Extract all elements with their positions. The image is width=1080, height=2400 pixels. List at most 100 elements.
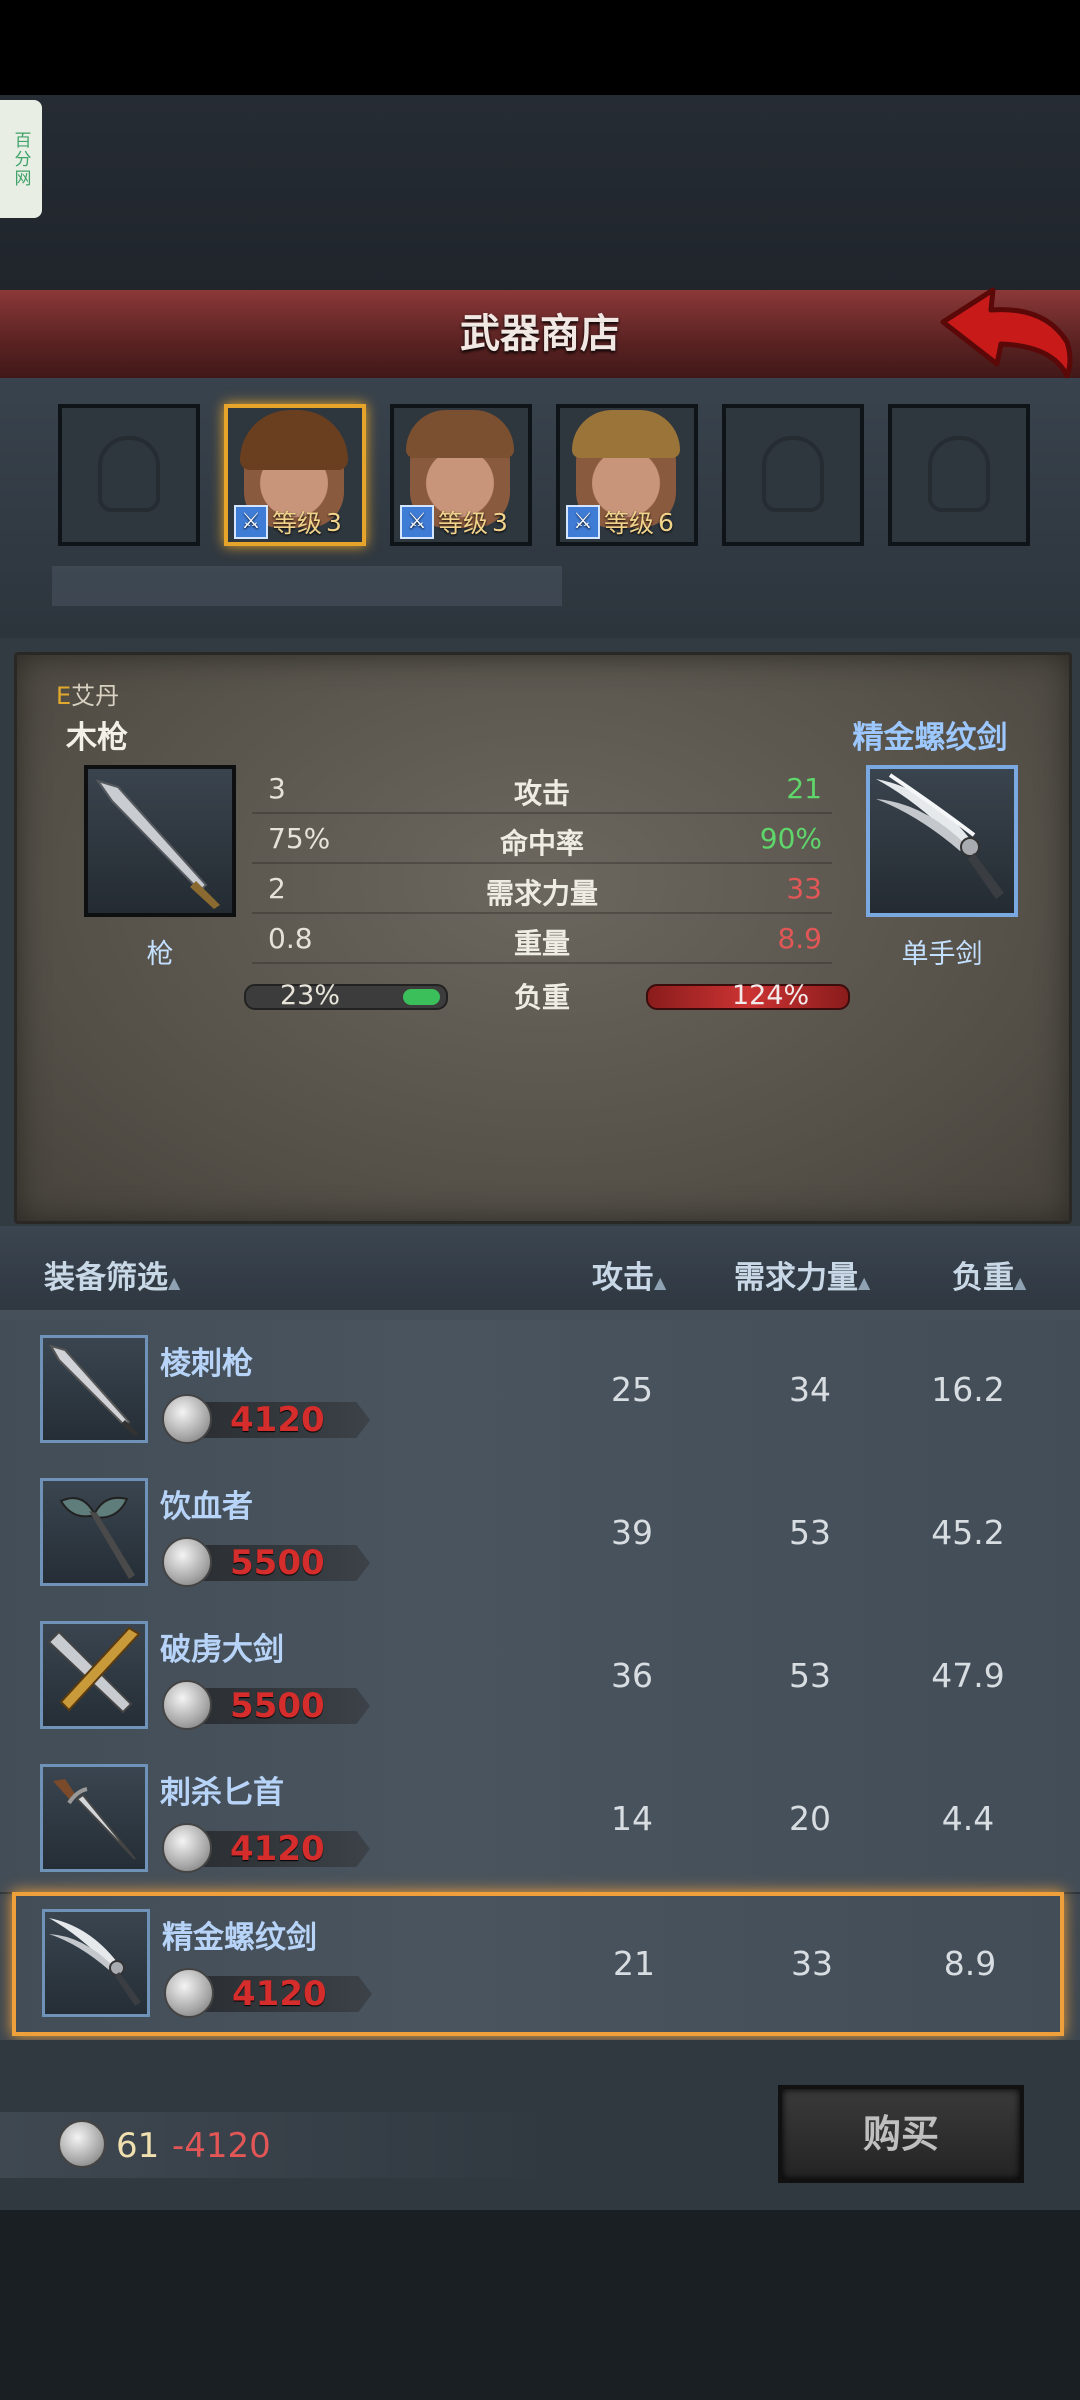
filter-label: 装备筛选 xyxy=(44,1260,168,1296)
stat-new: 21 xyxy=(786,772,822,805)
level-badge: ⚔ 等级 3 xyxy=(400,504,508,540)
item-weight: 4.4 xyxy=(941,1799,995,1838)
level-label: 等级 xyxy=(272,509,323,538)
party-slot-empty[interactable] xyxy=(722,404,864,546)
back-button[interactable] xyxy=(935,282,1075,382)
current-load-fill xyxy=(403,989,440,1005)
attack-header: 攻击 xyxy=(592,1260,654,1296)
level-badge: ⚔ 等级 3 xyxy=(234,504,342,540)
watermark-badge: 百分网 xyxy=(0,100,42,218)
stat-label: 重量 xyxy=(513,927,570,960)
portrait-hair xyxy=(240,410,348,470)
stat-label: 命中率 xyxy=(499,827,584,860)
item-weight: 8.9 xyxy=(943,1944,997,1983)
sort-attack-button[interactable]: 攻击▲ xyxy=(592,1252,666,1297)
stat-label: 需求力量 xyxy=(485,877,598,910)
list-item[interactable]: 刺杀匕首 4120 14 20 4.4 xyxy=(0,1749,1080,1894)
stat-row: 3 攻击 21 xyxy=(252,764,832,814)
party-slot-empty[interactable] xyxy=(58,404,200,546)
sword-icon xyxy=(876,773,1004,899)
level-value: 3 xyxy=(492,507,508,537)
item-attack: 14 xyxy=(611,1799,653,1838)
current-load-bar: 23% xyxy=(244,980,448,1011)
sort-arrow-icon: ▲ xyxy=(654,1273,667,1292)
stat-label: 攻击 xyxy=(513,777,570,810)
cost-amount: -4120 xyxy=(172,2126,271,2166)
stat-row: 0.8 重量 8.9 xyxy=(252,914,832,964)
silver-coin-icon xyxy=(162,1394,212,1444)
item-strength: 20 xyxy=(789,1799,831,1838)
sword-icon: ⚔ xyxy=(566,505,600,539)
level-label: 等级 xyxy=(604,509,655,538)
item-price: 4120 xyxy=(230,1400,325,1440)
helmet-placeholder-icon xyxy=(98,436,160,512)
dagger-icon xyxy=(40,1764,148,1872)
list-item[interactable]: 破虏大剑 5500 36 53 47.9 xyxy=(0,1606,1080,1751)
item-attack: 36 xyxy=(611,1656,653,1695)
weight-header: 负重 xyxy=(952,1260,1014,1296)
list-item-selected[interactable]: 精金螺纹剑 4120 21 33 8.9 xyxy=(12,1892,1064,2036)
silver-coin-icon xyxy=(162,1680,212,1730)
item-name: 棱刺枪 xyxy=(160,1346,253,1382)
level-value: 3 xyxy=(326,507,342,537)
greatsword-icon xyxy=(40,1621,148,1729)
spear-icon xyxy=(95,779,220,909)
stat-row: 2 需求力量 33 xyxy=(252,864,832,914)
owner-label: E艾丹 xyxy=(56,676,119,711)
party-slot-empty[interactable] xyxy=(888,404,1030,546)
strength-header: 需求力量 xyxy=(734,1260,858,1296)
item-strength: 34 xyxy=(789,1370,831,1409)
silver-coin-icon xyxy=(164,1968,214,2018)
party-slot-selected[interactable]: ⚔ 等级 3 xyxy=(224,404,366,546)
level-badge: ⚔ 等级 6 xyxy=(566,504,674,540)
item-price: 4120 xyxy=(232,1974,327,2014)
item-weight: 45.2 xyxy=(931,1513,1005,1552)
list-item[interactable]: 棱刺枪 4120 25 34 16.2 xyxy=(0,1320,1080,1465)
sort-arrow-icon: ▲ xyxy=(1014,1273,1027,1292)
silver-coin-icon xyxy=(162,1537,212,1587)
page-title: 武器商店 xyxy=(460,311,620,357)
item-price: 5500 xyxy=(230,1686,325,1726)
header-background xyxy=(0,95,1080,290)
party-slot[interactable]: ⚔ 等级 6 xyxy=(556,404,698,546)
buy-button[interactable]: 购买 xyxy=(778,2085,1024,2183)
candidate-weapon-slot[interactable] xyxy=(866,765,1018,917)
status-bar xyxy=(0,0,1080,95)
portrait-hair xyxy=(406,410,514,458)
helmet-placeholder-icon xyxy=(928,436,990,512)
item-name: 饮血者 xyxy=(160,1489,253,1525)
stat-new: 90% xyxy=(759,822,822,855)
level-value: 6 xyxy=(658,507,674,537)
item-weight: 47.9 xyxy=(931,1656,1005,1695)
item-strength: 53 xyxy=(789,1656,831,1695)
spear-icon xyxy=(40,1335,148,1443)
item-strength: 33 xyxy=(791,1944,833,1983)
item-attack: 21 xyxy=(613,1944,655,1983)
item-attack: 39 xyxy=(611,1513,653,1552)
item-name: 刺杀匕首 xyxy=(160,1775,284,1811)
blurred-name-strip xyxy=(52,566,562,606)
item-strength: 53 xyxy=(789,1513,831,1552)
sort-strength-button[interactable]: 需求力量▲ xyxy=(734,1252,870,1297)
owner-grade: E xyxy=(56,682,72,710)
current-weapon-slot[interactable] xyxy=(84,765,236,917)
sort-weight-button[interactable]: 负重▲ xyxy=(952,1252,1026,1297)
party-slot[interactable]: ⚔ 等级 3 xyxy=(390,404,532,546)
silver-coin-icon xyxy=(58,2120,106,2168)
gold-amount: 61 xyxy=(116,2126,160,2166)
axe-icon xyxy=(40,1478,148,1586)
current-load-value: 23% xyxy=(280,980,341,1011)
back-arrow-icon xyxy=(940,287,1073,379)
sword-icon xyxy=(42,1909,150,2017)
list-item[interactable]: 饮血者 5500 39 53 45.2 xyxy=(0,1463,1080,1608)
sword-icon: ⚔ xyxy=(400,505,434,539)
stat-row: 75% 命中率 90% xyxy=(252,814,832,864)
stat-new: 33 xyxy=(786,872,822,905)
item-weight: 16.2 xyxy=(931,1370,1005,1409)
current-weapon-type: 枪 xyxy=(146,939,174,970)
current-weapon-name: 木枪 xyxy=(66,720,128,756)
candidate-load-bar: 124% xyxy=(646,980,850,1011)
sort-arrow-icon: ▲ xyxy=(858,1273,871,1292)
sort-arrow-icon: ▲ xyxy=(168,1273,181,1292)
filter-button[interactable]: 装备筛选▲ xyxy=(44,1252,180,1297)
